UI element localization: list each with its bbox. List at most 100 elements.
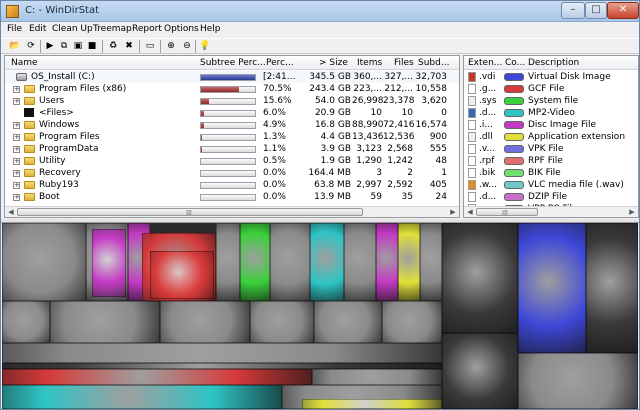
treemap-block[interactable]: [442, 333, 518, 409]
expand-icon[interactable]: +: [13, 86, 20, 93]
treemap-block[interactable]: [314, 301, 382, 343]
treemap-block[interactable]: [250, 301, 314, 343]
extension-horizontal-scrollbar[interactable]: ◀ ▥ ▶: [464, 206, 638, 217]
column-header-name[interactable]: Name: [11, 58, 38, 68]
treemap-block[interactable]: [2, 343, 442, 363]
treemap-block[interactable]: [312, 369, 442, 385]
help-icon[interactable]: 💡: [199, 41, 211, 52]
zoom-out-icon[interactable]: ⊖: [181, 41, 193, 52]
expand-icon[interactable]: +: [13, 194, 20, 201]
column-header-files[interactable]: Files: [394, 58, 414, 68]
table-row[interactable]: + Users 15.6% 54.0 GB 26,998 23,378 3,620: [5, 95, 459, 107]
expand-icon[interactable]: +: [13, 170, 20, 177]
column-header-description[interactable]: Description: [528, 58, 579, 68]
column-header-color[interactable]: Co...: [505, 58, 525, 68]
treemap-block[interactable]: [518, 223, 586, 353]
table-row[interactable]: + Utility 0.5% 1.9 GB 1,290 1,242 48: [5, 155, 459, 167]
treemap-block[interactable]: [150, 251, 214, 299]
treemap-block[interactable]: [240, 223, 270, 301]
expand-icon[interactable]: +: [13, 158, 20, 165]
list-item[interactable]: .vdi Virtual Disk Image: [464, 71, 638, 83]
table-row[interactable]: + Ruby193 0.0% 63.8 MB 2,997 2,592 405: [5, 179, 459, 191]
expand-icon[interactable]: +: [13, 134, 20, 141]
list-item[interactable]: .i... Disc Image File: [464, 119, 638, 131]
menu-file[interactable]: File: [7, 24, 22, 34]
table-row[interactable]: + Windows 4.9% 16.8 GB 88,990 72,416 16,574: [5, 119, 459, 131]
maximize-button[interactable]: □: [585, 2, 607, 19]
treemap-block[interactable]: [2, 301, 50, 343]
list-item[interactable]: .bik BIK File: [464, 167, 638, 179]
table-row[interactable]: + Program Files 1.3% 4.4 GB 13,436 12,536 900: [5, 131, 459, 143]
menu-help[interactable]: Help: [200, 24, 221, 34]
delete-recycle-icon[interactable]: ♻: [107, 41, 119, 52]
scroll-left-icon[interactable]: ◀: [465, 208, 475, 216]
zoom-in-icon[interactable]: ⊕: [165, 41, 177, 52]
treemap-block[interactable]: [310, 223, 344, 301]
treemap-block[interactable]: [344, 223, 376, 301]
treemap-block[interactable]: [518, 353, 638, 409]
minimize-button[interactable]: –: [561, 2, 585, 19]
open-icon[interactable]: 📂: [9, 41, 21, 52]
treemap-block[interactable]: [302, 399, 442, 409]
delete-icon[interactable]: ✖: [123, 41, 135, 52]
column-header-extension[interactable]: Exten...: [468, 58, 502, 68]
list-item[interactable]: .v... VPK File: [464, 143, 638, 155]
directory-horizontal-scrollbar[interactable]: ◀ ▥ ▶: [5, 206, 459, 217]
copy-icon[interactable]: ⧉: [58, 41, 70, 52]
menu-edit[interactable]: Edit: [29, 24, 46, 34]
table-row[interactable]: <Files> 6.0% 20.9 GB 10 10 0: [5, 107, 459, 119]
extension-list[interactable]: Exten... Co... Description .vdi Virtual D…: [463, 55, 639, 218]
play-icon[interactable]: ▶: [44, 41, 56, 52]
close-button[interactable]: ✕: [607, 2, 639, 19]
treemap[interactable]: [2, 223, 638, 409]
list-item[interactable]: .d... MP2-Video: [464, 107, 638, 119]
list-item[interactable]: .w... VLC media file (.wav): [464, 179, 638, 191]
explorer-icon[interactable]: ▣: [72, 41, 84, 52]
cmd-icon[interactable]: ■: [86, 41, 98, 52]
list-item[interactable]: .dll Application extension: [464, 131, 638, 143]
properties-icon[interactable]: ▭: [144, 41, 156, 52]
menu-options[interactable]: Options: [164, 24, 199, 34]
expand-icon[interactable]: +: [13, 182, 20, 189]
column-header-percent[interactable]: Perc...: [266, 58, 294, 68]
list-item[interactable]: .rpf RPF File: [464, 155, 638, 167]
treemap-block[interactable]: [382, 301, 442, 343]
treemap-block[interactable]: [420, 223, 442, 301]
menu-clean-up[interactable]: Clean Up: [52, 24, 93, 34]
list-item[interactable]: .g... GCF File: [464, 83, 638, 95]
treemap-block[interactable]: [50, 301, 160, 343]
treemap-block[interactable]: [586, 223, 638, 353]
treemap-block[interactable]: [92, 229, 126, 297]
scroll-right-icon[interactable]: ▶: [627, 208, 637, 216]
expand-icon[interactable]: +: [13, 98, 20, 105]
list-item[interactable]: .sys System file: [464, 95, 638, 107]
column-header-size[interactable]: > Size: [319, 58, 348, 68]
treemap-block[interactable]: [376, 223, 398, 301]
treemap-block[interactable]: [270, 223, 310, 301]
table-row[interactable]: + Boot 0.0% 13.9 MB 59 35 24: [5, 191, 459, 203]
title-bar[interactable]: C: - WinDirStat – □ ✕: [1, 1, 639, 22]
expand-icon[interactable]: +: [13, 122, 20, 129]
reload-icon[interactable]: ⟳: [25, 41, 37, 52]
directory-list[interactable]: Name Subtree Perc... Perc... > Size Item…: [4, 55, 460, 218]
treemap-block[interactable]: [216, 223, 240, 301]
table-row[interactable]: + ProgramData 1.1% 3.9 GB 3,123 2,568 555: [5, 143, 459, 155]
scroll-left-icon[interactable]: ◀: [6, 208, 16, 216]
menu-report[interactable]: Report: [132, 24, 162, 34]
table-row[interactable]: + Recovery 0.0% 164.4 MB 3 2 1: [5, 167, 459, 179]
treemap-block[interactable]: [160, 301, 250, 343]
treemap-block[interactable]: [442, 223, 518, 333]
column-header-subdirs[interactable]: Subd...: [418, 58, 449, 68]
scroll-right-icon[interactable]: ▶: [448, 208, 458, 216]
list-item[interactable]: .d... DZIP File: [464, 191, 638, 203]
table-row[interactable]: + Program Files (x86) 70.5% 243.4 GB 223,...…: [5, 83, 459, 95]
treemap-block[interactable]: [398, 223, 420, 301]
menu-treemap[interactable]: Treemap: [93, 24, 132, 34]
expand-icon[interactable]: +: [13, 146, 20, 153]
treemap-block[interactable]: [2, 385, 282, 409]
table-row[interactable]: OS_Install (C:) [2:41... 345.5 GB 360,... 32…: [5, 71, 459, 83]
column-header-subtree-percent[interactable]: Subtree Perc...: [200, 58, 266, 68]
column-header-items[interactable]: Items: [357, 58, 382, 68]
treemap-block[interactable]: [2, 223, 86, 301]
treemap-block[interactable]: [2, 369, 312, 385]
